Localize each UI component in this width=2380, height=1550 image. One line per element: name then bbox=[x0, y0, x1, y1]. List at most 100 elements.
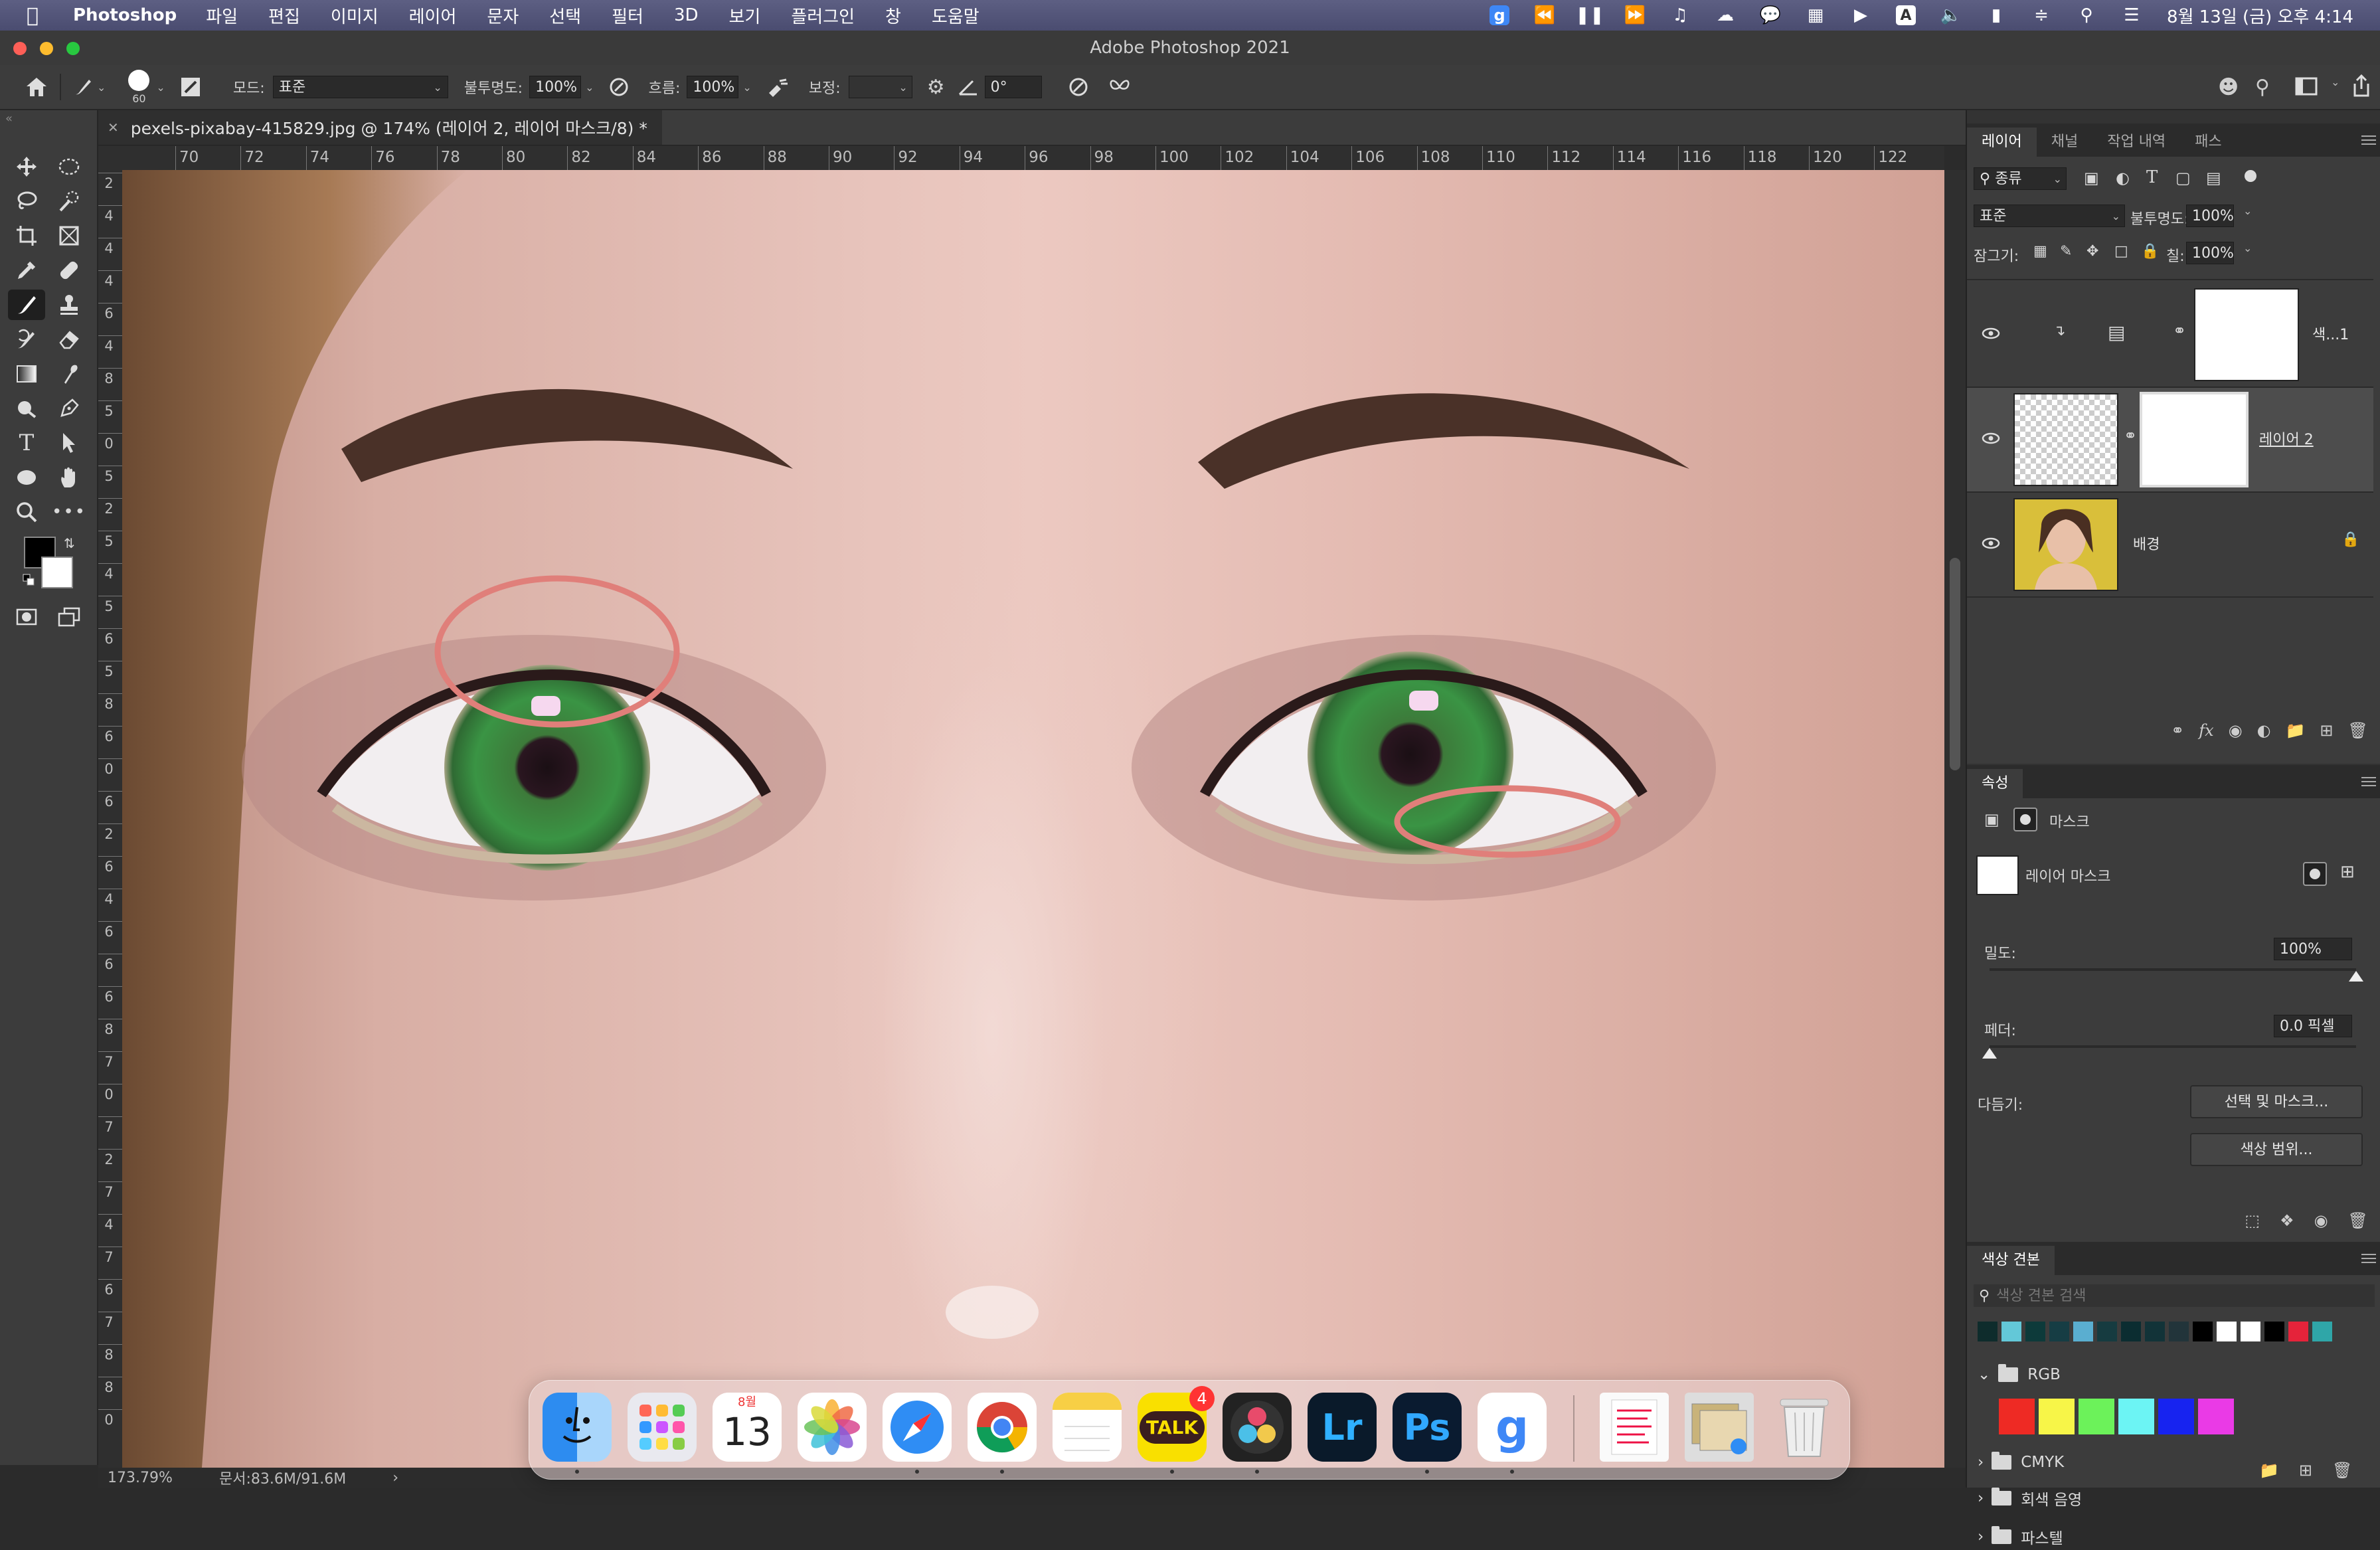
screenshot-stack-icon[interactable] bbox=[1685, 1393, 1754, 1462]
color-swatch[interactable] bbox=[2198, 1399, 2234, 1434]
screen-mode-button[interactable] bbox=[50, 602, 88, 632]
filter-shape-icon[interactable]: ▢ bbox=[2175, 169, 2191, 187]
minimize-window-button[interactable] bbox=[40, 42, 53, 55]
feather-input[interactable]: 0.0 픽셀 bbox=[2274, 1015, 2352, 1037]
swatch-group-cmyk[interactable]: › CMYK bbox=[1978, 1449, 2064, 1476]
menu-window[interactable]: 창 bbox=[885, 3, 901, 28]
panel-menu-icon[interactable] bbox=[2361, 133, 2376, 147]
chevron-down-icon[interactable]: ⌄ bbox=[2243, 205, 2252, 217]
smudge-tool[interactable] bbox=[50, 359, 88, 389]
color-swatch[interactable] bbox=[2217, 1322, 2237, 1341]
healing-brush-tool[interactable] bbox=[50, 255, 88, 286]
background-color-swatch[interactable] bbox=[41, 557, 73, 588]
chat-status-icon[interactable]: 💬 bbox=[1760, 5, 1781, 25]
default-colors-icon[interactable] bbox=[23, 574, 35, 586]
layer-name[interactable]: 색...1 bbox=[2312, 323, 2349, 344]
trash-icon[interactable]: 🗑 bbox=[2332, 1461, 2352, 1480]
trash-icon[interactable]: 🗑 bbox=[2348, 721, 2368, 740]
pixel-mask-icon[interactable]: ▣ bbox=[1984, 810, 1999, 829]
color-swatch[interactable] bbox=[2097, 1322, 2117, 1341]
menu-file[interactable]: 파일 bbox=[206, 3, 238, 28]
swap-colors-icon[interactable]: ⇅ bbox=[64, 535, 75, 551]
panel-menu-icon[interactable] bbox=[2361, 774, 2376, 789]
color-swatch[interactable] bbox=[2001, 1322, 2021, 1341]
mode-select[interactable]: 표준 ⌄ bbox=[272, 76, 448, 98]
chevron-down-icon[interactable]: ⌄ bbox=[742, 81, 751, 94]
angle-input[interactable]: 0° bbox=[984, 76, 1042, 98]
document-tab[interactable]: ✕ pexels-pixabay-415829.jpg @ 174% (레이어 … bbox=[98, 110, 662, 145]
davinci-resolve-icon[interactable] bbox=[1223, 1393, 1292, 1462]
menu-app-name[interactable]: Photoshop bbox=[73, 5, 177, 25]
color-range-button[interactable]: 색상 범위... bbox=[2190, 1133, 2363, 1166]
swatch-search-input[interactable] bbox=[1995, 1286, 2343, 1305]
horizontal-ruler[interactable]: 70 72 74 76 78 80 82 84 86 88 90 92 94 96 98 100 102 104 1… bbox=[122, 146, 1944, 171]
filter-toggle-icon[interactable] bbox=[2245, 170, 2256, 182]
chrome-icon[interactable] bbox=[968, 1393, 1037, 1462]
close-window-button[interactable] bbox=[13, 42, 27, 55]
color-swatch[interactable] bbox=[1978, 1322, 1998, 1341]
color-swatch[interactable] bbox=[2169, 1322, 2189, 1341]
chevron-down-icon[interactable]: ⌄ bbox=[585, 81, 594, 94]
menu-edit[interactable]: 편집 bbox=[268, 3, 300, 28]
marquee-tool[interactable] bbox=[50, 151, 88, 182]
chevron-right-icon[interactable]: › bbox=[1978, 1490, 1984, 1507]
color-swatch[interactable] bbox=[2264, 1322, 2284, 1341]
menu-layer[interactable]: 레이어 bbox=[409, 3, 457, 28]
workspace-layout-icon[interactable] bbox=[2295, 77, 2318, 96]
hand-tool[interactable] bbox=[50, 462, 88, 493]
rewind-icon[interactable]: ⏪ bbox=[1534, 5, 1555, 25]
zoom-tool[interactable] bbox=[8, 497, 45, 527]
swatch-group-pastel[interactable]: › 파스텔 bbox=[1978, 1523, 2063, 1550]
chevron-down-icon[interactable]: ⌄ bbox=[1978, 1366, 1990, 1383]
pressure-size-icon[interactable] bbox=[1068, 77, 1088, 97]
tab-swatches[interactable]: 색상 견본 bbox=[1967, 1246, 2055, 1275]
filter-adjustment-icon[interactable]: ◐ bbox=[2116, 169, 2130, 187]
layer-mask-thumbnail[interactable] bbox=[2194, 288, 2299, 381]
more-tools-button[interactable]: ••• bbox=[50, 497, 88, 527]
fx-icon[interactable]: fx bbox=[2199, 721, 2213, 740]
layer-filter-select[interactable]: ⚲ 종류 ⌄ bbox=[1974, 167, 2067, 190]
color-swatch[interactable] bbox=[2158, 1399, 2194, 1434]
link-layers-icon[interactable]: ⚭ bbox=[2171, 721, 2184, 740]
brush-preset-icon[interactable] bbox=[73, 77, 93, 97]
layer-name[interactable]: 레이어 2 bbox=[2259, 428, 2314, 449]
quick-mask-button[interactable] bbox=[8, 602, 45, 632]
share-person-icon[interactable]: ☻ bbox=[2218, 76, 2239, 99]
panel-menu-icon[interactable] bbox=[2361, 1251, 2376, 1266]
chevron-down-icon[interactable]: ⌄ bbox=[2331, 76, 2339, 88]
color-swatch[interactable] bbox=[2073, 1322, 2093, 1341]
color-swatch[interactable] bbox=[2312, 1322, 2332, 1341]
swatch-group-rgb[interactable]: ⌄ RGB bbox=[1978, 1361, 2061, 1388]
spotlight-search-icon[interactable]: ⚲ bbox=[2077, 5, 2096, 25]
eyedropper-tool[interactable] bbox=[8, 255, 45, 286]
layer-row-color-fill[interactable]: ↴ ▤ ⚭ 색...1 bbox=[1967, 283, 2373, 388]
chevron-down-icon[interactable]: ⌄ bbox=[156, 81, 165, 94]
chevron-right-icon[interactable]: › bbox=[1978, 1528, 1984, 1545]
link-chain-icon[interactable]: ⚭ bbox=[2173, 321, 2186, 340]
grid-status-icon[interactable]: ▦ bbox=[1806, 5, 1826, 25]
input-source-icon[interactable]: A bbox=[1896, 5, 1916, 25]
control-center-icon[interactable]: ☰ bbox=[2122, 5, 2142, 25]
frame-tool[interactable] bbox=[50, 220, 88, 251]
color-swatch[interactable] bbox=[2049, 1322, 2069, 1341]
apply-mask-icon[interactable]: ❖ bbox=[2280, 1211, 2294, 1230]
layer-opacity-input[interactable]: 100% bbox=[2186, 205, 2234, 227]
lock-transparent-icon[interactable]: ▦ bbox=[2033, 243, 2047, 260]
photoshop-icon[interactable]: Ps bbox=[1393, 1393, 1462, 1462]
document-stack-icon[interactable] bbox=[1600, 1393, 1669, 1462]
color-swatch[interactable] bbox=[2241, 1322, 2260, 1341]
menu-plugins[interactable]: 플러그인 bbox=[791, 3, 855, 28]
blend-mode-select[interactable]: 표준 ⌄ bbox=[1974, 205, 2125, 227]
visibility-eye-icon[interactable] bbox=[1982, 327, 2000, 340]
safari-icon[interactable] bbox=[883, 1393, 952, 1462]
type-tool[interactable]: T bbox=[8, 428, 45, 458]
pen-tool[interactable] bbox=[50, 393, 88, 424]
tab-channels[interactable]: 채널 bbox=[2037, 128, 2092, 157]
menubar-datetime[interactable]: 8월 13일 (금) 오후 4:14 bbox=[2167, 3, 2353, 28]
lock-all-icon[interactable]: 🔒 bbox=[2141, 243, 2159, 260]
menu-image[interactable]: 이미지 bbox=[331, 3, 379, 28]
color-swatch[interactable] bbox=[1999, 1399, 2035, 1434]
menu-filter[interactable]: 필터 bbox=[612, 3, 643, 28]
lock-artboard-icon[interactable]: □ bbox=[2114, 243, 2128, 260]
dodge-tool[interactable] bbox=[8, 393, 45, 424]
